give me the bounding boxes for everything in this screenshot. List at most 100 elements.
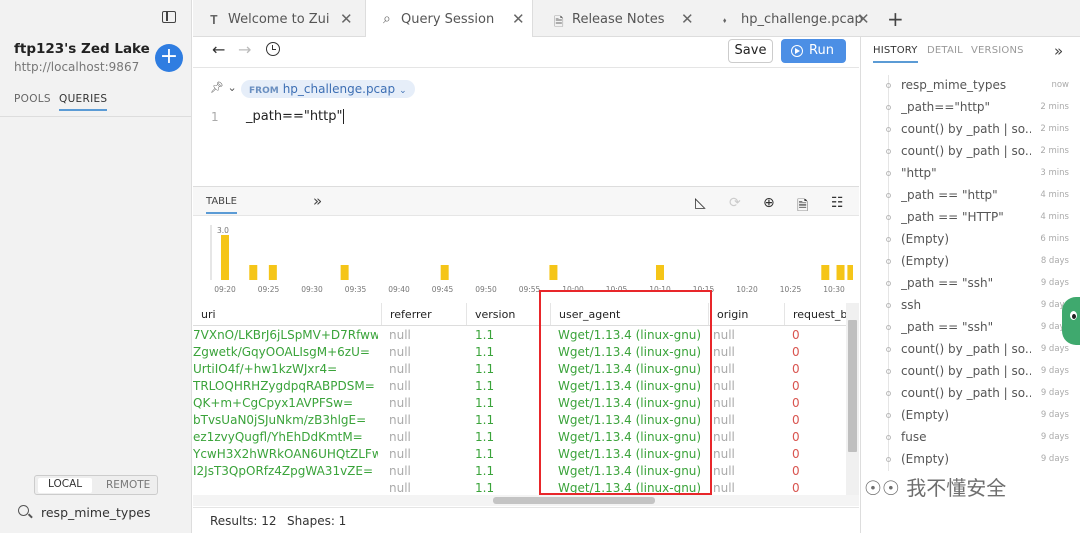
cell-version[interactable]: 1.1 bbox=[475, 480, 535, 495]
save-button[interactable]: Save bbox=[728, 39, 773, 63]
cell-uri[interactable]: Zgwetk/GqyOOALIsgM+6zU= bbox=[193, 344, 378, 361]
table-view-icon[interactable]: ☷ bbox=[831, 195, 844, 211]
add-pool-button[interactable]: + bbox=[155, 44, 183, 72]
history-item[interactable]: (Empty) 6 mins bbox=[861, 229, 1080, 251]
cell-origin[interactable]: null bbox=[713, 378, 783, 395]
cell-version[interactable]: 1.1 bbox=[475, 327, 535, 344]
expand-icon[interactable]: » bbox=[313, 192, 322, 210]
close-icon[interactable]: ✕ bbox=[512, 10, 525, 28]
tab-query-session[interactable]: ⌕ Query Session ✕ bbox=[365, 0, 533, 37]
table-row[interactable]: bTvsUaN0jSJuNkm/zB3hlgE= null 1.1 Wget/1.13… bbox=[193, 412, 846, 429]
cell-request-body-len[interactable]: 0 bbox=[792, 429, 832, 446]
tab-versions[interactable]: VERSIONS bbox=[971, 45, 1024, 56]
cell-referrer[interactable]: null bbox=[389, 429, 459, 446]
close-icon[interactable]: ✕ bbox=[681, 10, 694, 28]
forward-arrow-icon[interactable]: → bbox=[238, 40, 251, 59]
table-row[interactable]: TRLOQHRHZygdpqRABPDSM= null 1.1 Wget/1.13.4… bbox=[193, 378, 846, 395]
cell-origin[interactable]: null bbox=[713, 361, 783, 378]
tab-table[interactable]: TABLE bbox=[206, 196, 237, 214]
history-icon[interactable] bbox=[266, 42, 280, 56]
local-button[interactable]: LOCAL bbox=[38, 478, 93, 493]
history-item[interactable]: count() by _path | so... 9 days bbox=[861, 383, 1080, 405]
cell-uri[interactable]: QK+m+CgCpyx1AVPFSw= bbox=[193, 395, 378, 412]
query-editor[interactable]: _path=="http" bbox=[246, 109, 345, 124]
cell-uri[interactable]: YcwH3X2hWRkOAN6UHQtZLFw= bbox=[193, 446, 378, 463]
cell-origin[interactable]: null bbox=[713, 344, 783, 361]
cell-referrer[interactable]: null bbox=[389, 395, 459, 412]
tab-welcome[interactable]: 𝐓 Welcome to Zui ✕ bbox=[210, 0, 360, 37]
cell-request-body-len[interactable]: 0 bbox=[792, 446, 832, 463]
pin-icon[interactable]: 📌︎ ⌄ bbox=[210, 81, 237, 94]
cell-uri[interactable]: 7VXnO/LKBrJ6jLSpMV+D7Rfww= bbox=[193, 327, 378, 344]
histogram-bar[interactable] bbox=[847, 265, 853, 280]
close-icon[interactable]: ✕ bbox=[857, 10, 870, 28]
tab-pools[interactable]: POOLS bbox=[14, 93, 51, 105]
cell-origin[interactable]: null bbox=[713, 446, 783, 463]
history-item[interactable]: (Empty) 9 days bbox=[861, 449, 1080, 471]
cell-uri[interactable]: bTvsUaN0jSJuNkm/zB3hlgE= bbox=[193, 412, 378, 429]
cell-origin[interactable]: null bbox=[713, 412, 783, 429]
history-item[interactable]: resp_mime_types now bbox=[861, 75, 1080, 97]
tab-detail[interactable]: DETAIL bbox=[927, 45, 963, 56]
inspector-icon[interactable]: ◺ bbox=[695, 195, 706, 211]
cell-referrer[interactable]: null bbox=[389, 446, 459, 463]
histogram-bar[interactable] bbox=[440, 265, 449, 280]
column-header-uri[interactable]: uri bbox=[193, 303, 381, 325]
sidebar-toggle-icon[interactable] bbox=[162, 11, 176, 23]
cell-version[interactable]: 1.1 bbox=[475, 463, 535, 480]
cell-referrer[interactable]: null bbox=[389, 361, 459, 378]
run-button[interactable]: Run bbox=[781, 39, 846, 63]
history-item[interactable]: count() by _path | so... 9 days bbox=[861, 361, 1080, 383]
query-search[interactable]: resp_mime_types bbox=[10, 502, 185, 524]
table-row[interactable]: null 1.1 Wget/1.13.4 (linux-gnu) null 0 bbox=[193, 480, 846, 495]
histogram-bar[interactable] bbox=[268, 265, 277, 280]
tab-hp-challenge[interactable]: ⬪ hp_challenge.pcap ✕ bbox=[723, 0, 873, 37]
cell-uri[interactable]: I2JsT3QpORfz4ZpgWA31vZE= bbox=[193, 463, 378, 480]
cell-request-body-len[interactable]: 0 bbox=[792, 395, 832, 412]
cell-uri[interactable] bbox=[193, 480, 378, 495]
lake-title[interactable]: ftp123's Zed Lake bbox=[14, 41, 150, 57]
cell-referrer[interactable]: null bbox=[389, 344, 459, 361]
cell-origin[interactable]: null bbox=[713, 429, 783, 446]
history-item[interactable]: count() by _path | so... 9 days bbox=[861, 339, 1080, 361]
cell-version[interactable]: 1.1 bbox=[475, 446, 535, 463]
cell-request-body-len[interactable]: 0 bbox=[792, 344, 832, 361]
cell-origin[interactable]: null bbox=[713, 395, 783, 412]
collapse-panel-icon[interactable]: » bbox=[1054, 42, 1063, 60]
column-header-version[interactable]: version bbox=[466, 303, 550, 325]
cell-version[interactable]: 1.1 bbox=[475, 395, 535, 412]
back-arrow-icon[interactable]: ← bbox=[212, 40, 225, 59]
histogram-bar[interactable] bbox=[836, 265, 845, 280]
histogram-bar[interactable] bbox=[549, 265, 558, 280]
cell-origin[interactable]: null bbox=[713, 463, 783, 480]
cell-request-body-len[interactable]: 0 bbox=[792, 361, 832, 378]
history-item[interactable]: (Empty) 9 days bbox=[861, 405, 1080, 427]
histogram-bar[interactable] bbox=[221, 235, 229, 280]
history-item[interactable]: (Empty) 8 days bbox=[861, 251, 1080, 273]
histogram-bar[interactable] bbox=[656, 265, 664, 280]
cell-request-body-len[interactable]: 0 bbox=[792, 378, 832, 395]
column-header-request-body[interactable]: request_bo bbox=[784, 303, 846, 325]
tab-queries[interactable]: QUERIES bbox=[59, 93, 108, 111]
histogram-bar[interactable] bbox=[249, 265, 258, 280]
cell-version[interactable]: 1.1 bbox=[475, 361, 535, 378]
cell-request-body-len[interactable]: 0 bbox=[792, 327, 832, 344]
export-file-icon[interactable]: 🗎 bbox=[797, 195, 808, 219]
history-item[interactable]: count() by _path | so... 2 mins bbox=[861, 119, 1080, 141]
cell-version[interactable]: 1.1 bbox=[475, 344, 535, 361]
tab-release-notes[interactable]: 🗎 Release Notes ✕ bbox=[554, 0, 704, 37]
cell-uri[interactable]: TRLOQHRHZygdpqRABPDSM= bbox=[193, 378, 378, 395]
histogram-bar[interactable] bbox=[340, 265, 349, 280]
history-item[interactable]: _path == "ssh" 9 days bbox=[861, 273, 1080, 295]
history-item[interactable]: "http" 3 mins bbox=[861, 163, 1080, 185]
cell-referrer[interactable]: null bbox=[389, 378, 459, 395]
table-row[interactable]: 7VXnO/LKBrJ6jLSpMV+D7Rfww= null 1.1 Wget/1.… bbox=[193, 327, 846, 344]
cell-request-body-len[interactable]: 0 bbox=[792, 463, 832, 480]
cell-referrer[interactable]: null bbox=[389, 327, 459, 344]
cell-version[interactable]: 1.1 bbox=[475, 429, 535, 446]
table-row[interactable]: YcwH3X2hWRkOAN6UHQtZLFw= null 1.1 Wget/1.13… bbox=[193, 446, 846, 463]
history-item[interactable]: count() by _path | so... 2 mins bbox=[861, 141, 1080, 163]
cell-uri[interactable]: ez1zvyQugfl/YhEhDdKmtM= bbox=[193, 429, 378, 446]
table-row[interactable]: I2JsT3QpORfz4ZpgWA31vZE= null 1.1 Wget/1.13… bbox=[193, 463, 846, 480]
cell-version[interactable]: 1.1 bbox=[475, 378, 535, 395]
